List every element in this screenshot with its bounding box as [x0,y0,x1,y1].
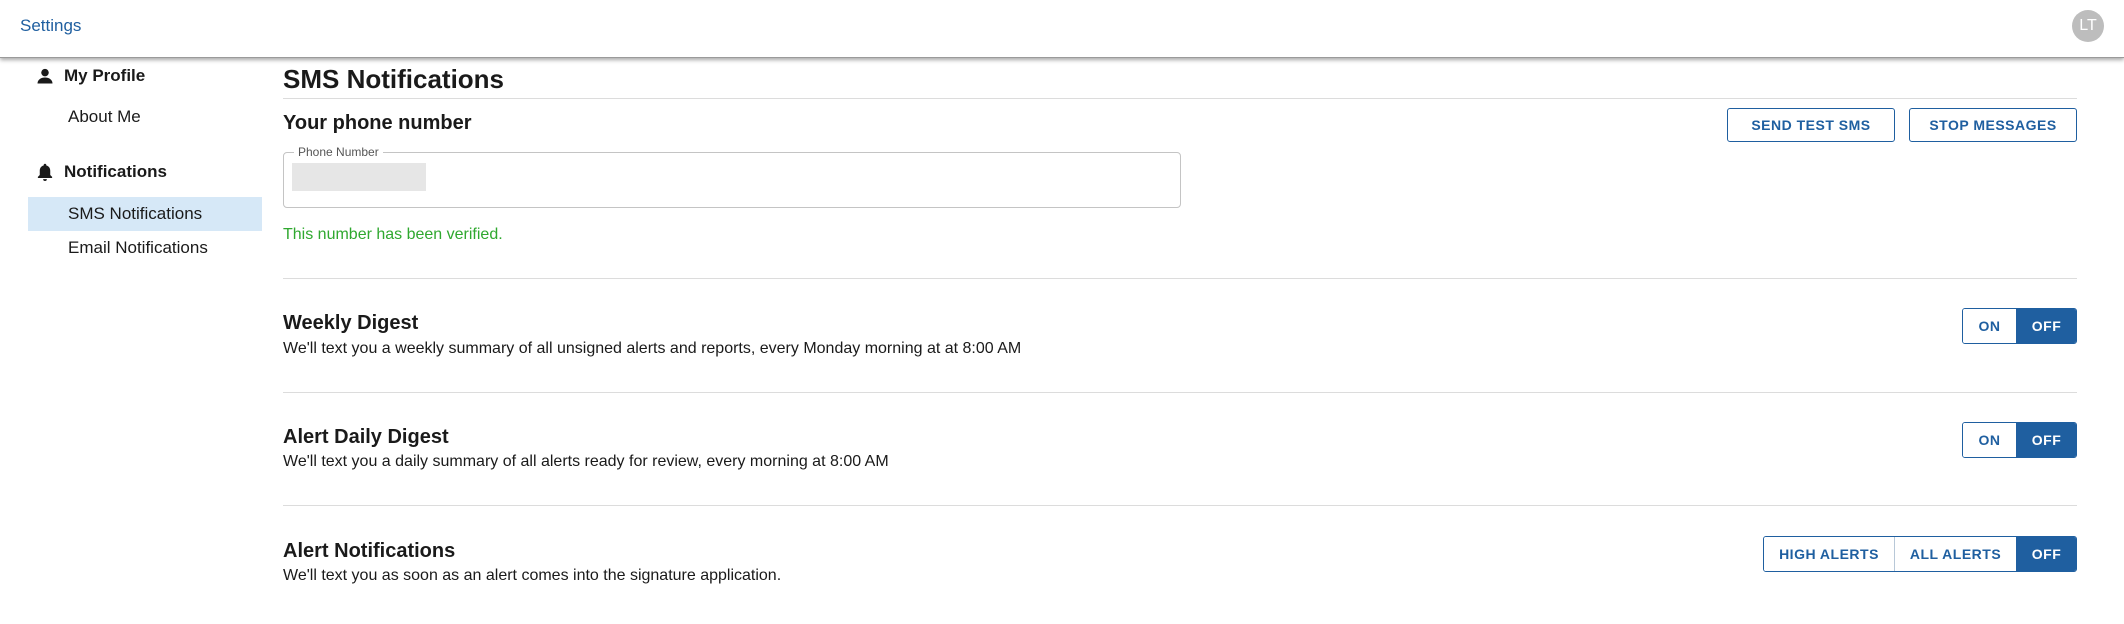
phone-number-field[interactable]: Phone Number [283,145,1181,208]
divider [283,505,2077,506]
alert-daily-digest-off-option[interactable]: OFF [2016,423,2076,457]
bell-icon [34,161,56,183]
high-alerts-option[interactable]: HIGH ALERTS [1764,537,1894,571]
sidebar: My Profile About Me Notifications SMS No… [28,58,262,265]
divider [283,392,2077,393]
sidebar-group-my-profile: My Profile [28,60,262,92]
weekly-digest-title: Weekly Digest [283,312,419,334]
all-alerts-option[interactable]: ALL ALERTS [1894,537,2016,571]
phone-section-heading: Your phone number [283,112,472,134]
alert-notifications-off-option[interactable]: OFF [2016,537,2076,571]
weekly-digest-description: We'll text you a weekly summary of all u… [283,340,1022,357]
alert-daily-digest-on-option[interactable]: ON [1963,423,2016,457]
send-test-sms-button[interactable]: SEND TEST SMS [1727,108,1895,142]
settings-home-link[interactable]: Settings [20,16,81,36]
alert-notifications-description: We'll text you as soon as an alert comes… [283,567,782,584]
weekly-digest-off-option[interactable]: OFF [2016,309,2076,343]
alert-daily-digest-toggle: ON OFF [1962,422,2077,458]
user-avatar[interactable]: LT [2072,10,2104,42]
sidebar-item-sms-notifications[interactable]: SMS Notifications [28,197,262,231]
phone-number-label: Phone Number [294,145,383,159]
alert-notifications-toggle: HIGH ALERTS ALL ALERTS OFF [1763,536,2077,572]
sidebar-group-notifications: Notifications [28,156,262,188]
weekly-digest-toggle: ON OFF [1962,308,2077,344]
verification-status: This number has been verified. [283,226,503,243]
sidebar-item-email-notifications[interactable]: Email Notifications [28,231,262,265]
alert-daily-digest-title: Alert Daily Digest [283,426,449,448]
sidebar-item-about-me[interactable]: About Me [28,100,262,134]
page-title: SMS Notifications [283,64,505,94]
weekly-digest-on-option[interactable]: ON [1963,309,2016,343]
sidebar-group-label: Notifications [64,162,167,181]
person-icon [34,65,56,87]
alert-daily-digest-description: We'll text you a daily summary of all al… [283,453,889,470]
divider [283,278,2077,279]
alert-notifications-title: Alert Notifications [283,540,456,562]
top-app-bar: Settings LT [0,0,2124,58]
divider [283,98,2077,99]
sidebar-group-label: My Profile [64,66,146,85]
phone-number-redacted-value [292,163,426,191]
stop-messages-button[interactable]: STOP MESSAGES [1909,108,2077,142]
